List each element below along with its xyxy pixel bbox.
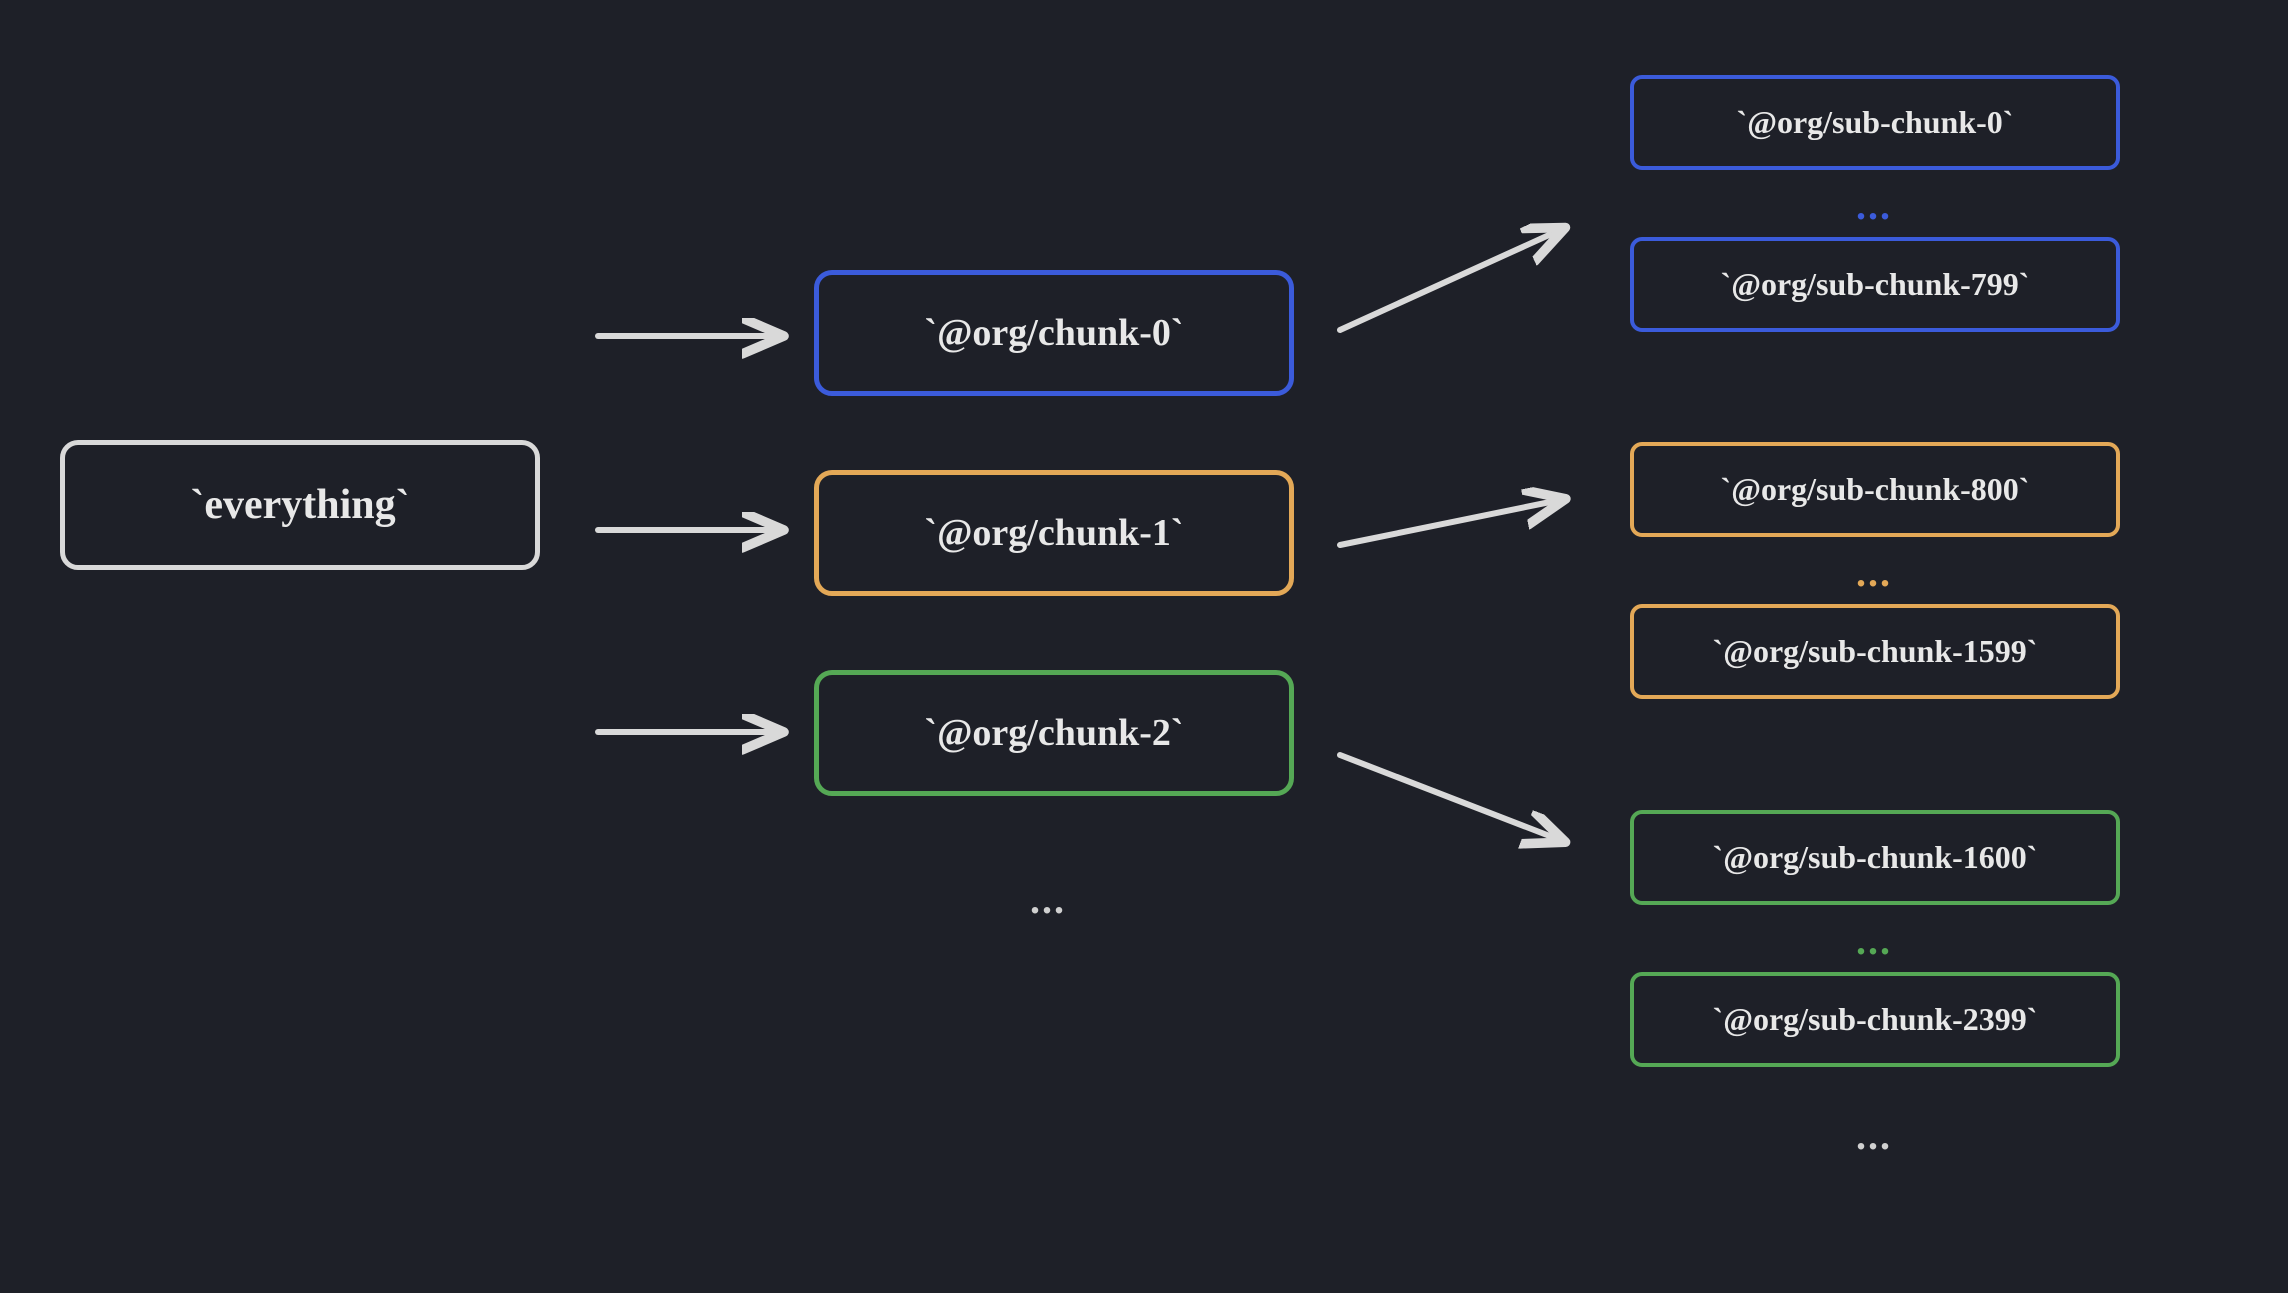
ellipsis-sub-1: ...	[1856, 549, 1892, 596]
node-label: `@org/sub-chunk-1599`	[1713, 633, 2038, 670]
node-chunk-1: `@org/chunk-1`	[814, 470, 1294, 596]
ellipsis-chunks: ...	[1030, 876, 1066, 923]
node-label: `@org/chunk-1`	[924, 511, 1183, 555]
node-everything: `everything`	[60, 440, 540, 570]
node-sub-chunk-2399: `@org/sub-chunk-2399`	[1630, 972, 2120, 1067]
node-label: `@org/sub-chunk-2399`	[1713, 1001, 2038, 1038]
node-label: `everything`	[190, 481, 409, 529]
node-label: `@org/sub-chunk-0`	[1737, 104, 2014, 141]
node-sub-chunk-799: `@org/sub-chunk-799`	[1630, 237, 2120, 332]
node-chunk-0: `@org/chunk-0`	[814, 270, 1294, 396]
node-chunk-2: `@org/chunk-2`	[814, 670, 1294, 796]
node-sub-chunk-0: `@org/sub-chunk-0`	[1630, 75, 2120, 170]
ellipsis-sub-0: ...	[1856, 182, 1892, 229]
node-label: `@org/sub-chunk-1600`	[1713, 839, 2038, 876]
node-label: `@org/sub-chunk-799`	[1721, 266, 2030, 303]
node-label: `@org/chunk-0`	[924, 311, 1183, 355]
ellipsis-sub-2: ...	[1856, 917, 1892, 964]
node-sub-chunk-1599: `@org/sub-chunk-1599`	[1630, 604, 2120, 699]
ellipsis-sub-groups: ...	[1856, 1112, 1892, 1159]
node-sub-chunk-1600: `@org/sub-chunk-1600`	[1630, 810, 2120, 905]
node-label: `@org/sub-chunk-800`	[1721, 471, 2030, 508]
node-label: `@org/chunk-2`	[924, 711, 1183, 755]
node-sub-chunk-800: `@org/sub-chunk-800`	[1630, 442, 2120, 537]
